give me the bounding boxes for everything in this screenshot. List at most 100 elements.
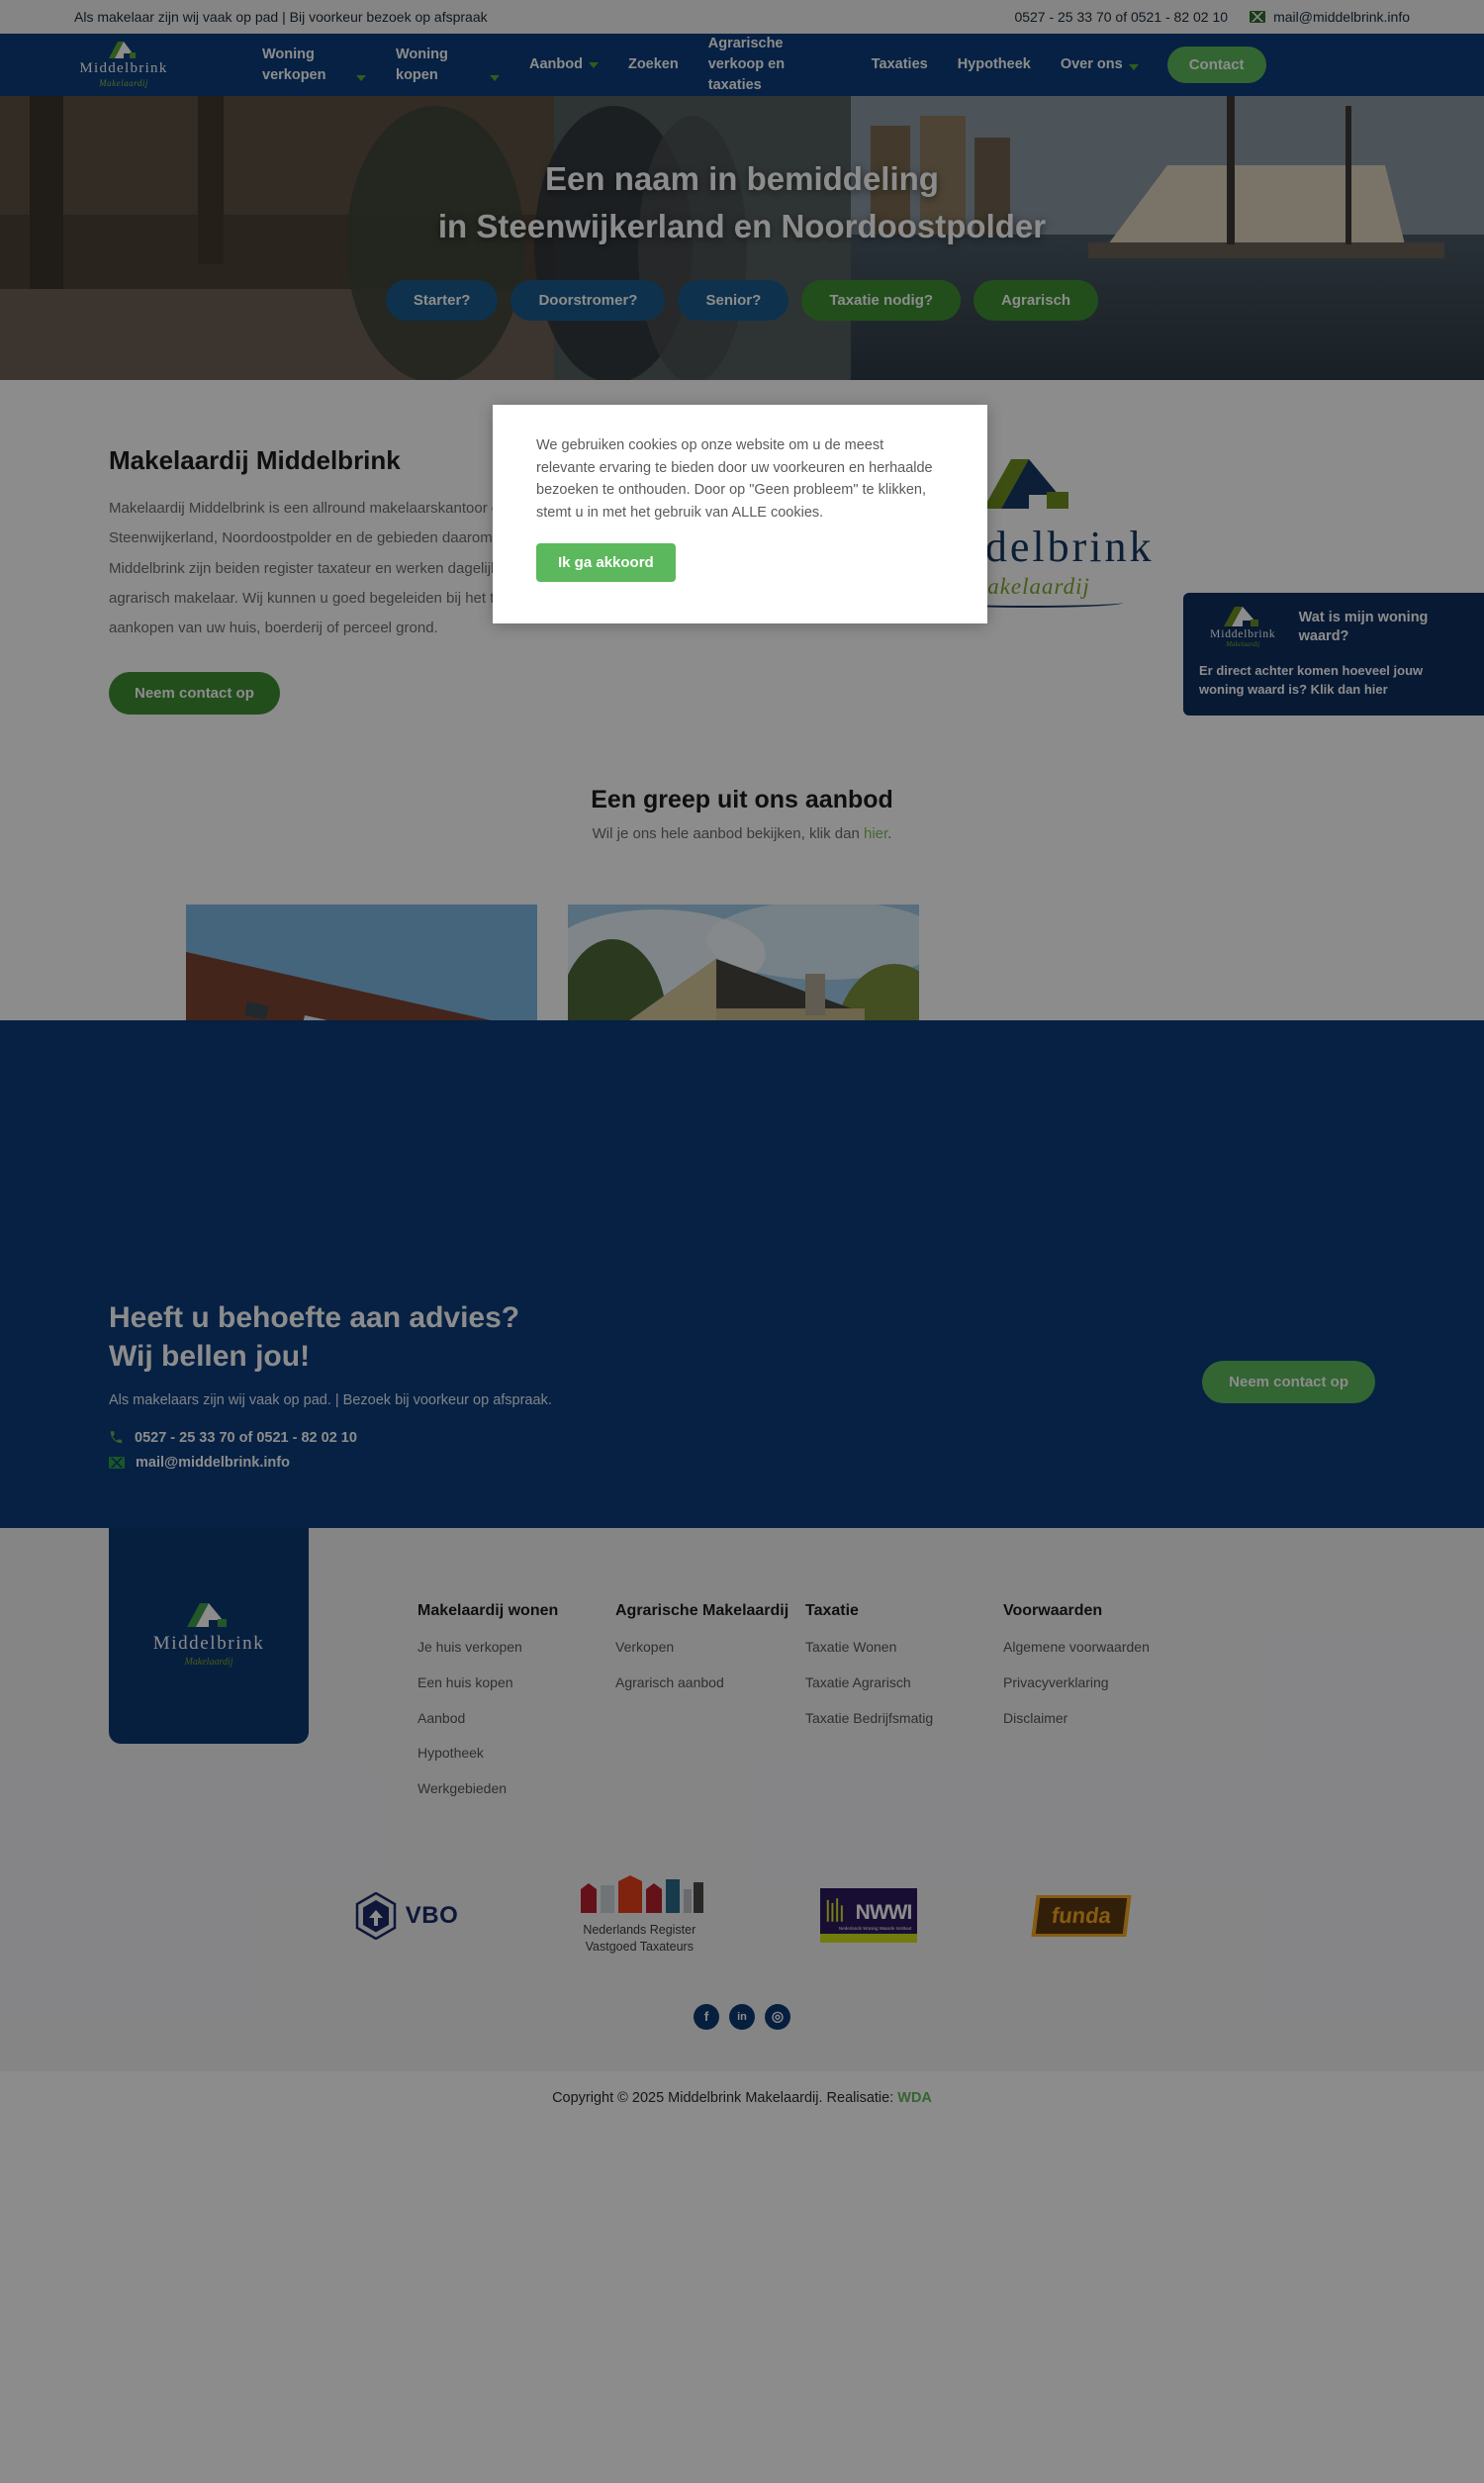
footer-link[interactable]: Privacyverklaring xyxy=(1003,1672,1201,1694)
cta-phone-text: 0527 - 25 33 70 of 0521 - 82 02 10 xyxy=(135,1429,357,1446)
contact-button[interactable]: Contact xyxy=(1166,47,1266,84)
cta-heading-line-1: Heeft u behoefte aan advies? xyxy=(109,1300,520,1334)
nav-label: Over ons xyxy=(1060,56,1123,73)
nav-item-over-ons[interactable]: Over ons xyxy=(1046,54,1154,75)
partner-label-line1: Nederlands Register xyxy=(583,1922,696,1937)
header-logo-subtitle: Makelaardij xyxy=(99,78,148,89)
cta-subtitle: Als makelaars zijn wij vaak op pad. | Be… xyxy=(109,1391,552,1408)
partner-logo-vbo[interactable]: VBO xyxy=(355,1891,459,1940)
footer-link[interactable]: Werkgebieden xyxy=(417,1778,615,1800)
widget-logo-subtitle: Makelaardij xyxy=(1226,640,1260,649)
topbar-phone[interactable]: 0527 - 25 33 70 of 0521 - 82 02 10 xyxy=(1014,9,1228,25)
envelope-icon xyxy=(109,1456,125,1469)
nav-item-taxaties[interactable]: Taxaties xyxy=(857,54,943,75)
nav-item-agrarische-verkoop-en-taxaties[interactable]: Agrarische verkoop en taxaties xyxy=(694,34,857,96)
nav-label: Agrarische verkoop en taxaties xyxy=(707,36,786,94)
footer-link[interactable]: Taxatie Agrarisch xyxy=(805,1672,1003,1694)
hero-button-doorstromer[interactable]: Doorstromer? xyxy=(510,279,666,321)
cookie-consent-dialog: We gebruiken cookies op onze website om … xyxy=(493,405,987,624)
copyright-text: Copyright © 2025 Middelbrink Makelaardij… xyxy=(552,2089,898,2106)
widget-title: Wat is mijn woning waard? xyxy=(1298,610,1429,645)
nav-label: Hypotheek xyxy=(957,56,1031,73)
listings-subtitle-text: Wil je ons hele aanbod bekijken, klik da… xyxy=(592,824,864,842)
footer-link[interactable]: Disclaimer xyxy=(1003,1708,1201,1730)
nav-item-woning-verkopen[interactable]: Woning verkopen xyxy=(247,45,381,86)
chevron-down-icon xyxy=(490,74,500,81)
cookie-accept-button[interactable]: Ik ga akkoord xyxy=(536,543,676,583)
footer-link[interactable]: Verkopen xyxy=(615,1637,805,1659)
footer-link[interactable]: Taxatie Wonen xyxy=(805,1637,1003,1659)
cta-email-text: mail@middelbrink.info xyxy=(136,1454,290,1471)
nav-label: Woning verkopen xyxy=(262,46,326,83)
footer-column-title: Makelaardij wonen xyxy=(417,1601,559,1619)
header-logo-wordmark: Middelbrink xyxy=(79,60,168,77)
partner-label: funda xyxy=(1050,1902,1113,1928)
topbar-email-text: mail@middelbrink.info xyxy=(1273,9,1410,25)
listings-all-link[interactable]: hier xyxy=(864,825,887,842)
chevron-down-icon xyxy=(588,61,599,68)
instagram-icon[interactable]: ◎ xyxy=(765,2003,790,2030)
topbar-tagline: Als makelaar zijn wij vaak op pad | Bij … xyxy=(74,9,488,25)
nav-item-aanbod[interactable]: Aanbod xyxy=(514,54,613,75)
site-footer: Middelbrink Makelaardij Makelaardij wone… xyxy=(0,1527,1484,2130)
footer-column-voorwaarden: Voorwaarden Algemene voorwaarden Privacy… xyxy=(1003,1600,1201,1814)
partner-logo-funda[interactable]: funda xyxy=(1031,1894,1132,1937)
advice-cta-section: Heeft u behoefte aan advies? Wij bellen … xyxy=(0,1019,1484,1528)
footer-logo-subtitle: Makelaardij xyxy=(184,1657,233,1669)
site-header: Middelbrink Makelaardij Woning verkopen … xyxy=(0,34,1484,97)
footer-logo-wordmark: Middelbrink xyxy=(152,1633,265,1655)
cta-contact-button[interactable]: Neem contact op xyxy=(1202,1360,1375,1403)
hero-button-senior[interactable]: Senior? xyxy=(678,279,789,321)
nwwi-bars-icon xyxy=(827,1898,844,1922)
linkedin-icon[interactable]: in xyxy=(729,2003,755,2030)
partner-logo-nwwi[interactable]: NWWI Nederlands Woning Waarde Instituut xyxy=(820,1888,918,1944)
header-logo[interactable]: Middelbrink Makelaardij xyxy=(54,42,193,88)
footer-column-taxatie: Taxatie Taxatie Wonen Taxatie Agrarisch … xyxy=(805,1600,1003,1814)
footer-column-title: Voorwaarden xyxy=(1003,1601,1103,1619)
footer-link[interactable]: Algemene voorwaarden xyxy=(1003,1637,1201,1659)
footer-column-makelaardij-wonen: Makelaardij wonen Je huis verkopen Een h… xyxy=(417,1600,615,1814)
copyright-bar: Copyright © 2025 Middelbrink Makelaardij… xyxy=(0,2070,1484,2130)
hero-button-starter[interactable]: Starter? xyxy=(385,279,499,321)
topbar-email-link[interactable]: mail@middelbrink.info xyxy=(1250,9,1410,25)
partner-label: VBO xyxy=(405,1901,459,1929)
partner-logo-row: VBO Nederlands Register Vastgoed Taxateu… xyxy=(0,1814,1484,1957)
listings-subtitle-period: . xyxy=(887,824,892,842)
footer-link[interactable]: Taxatie Bedrijfsmatig xyxy=(805,1708,1003,1730)
hero-title-line-1: Een naam in bemiddeling xyxy=(545,160,939,198)
roof-logo-icon xyxy=(109,42,139,59)
hero-button-taxatie-nodig[interactable]: Taxatie nodig? xyxy=(801,279,962,321)
social-links: f in ◎ xyxy=(0,1957,1484,2071)
widget-logo-wordmark: Middelbrink xyxy=(1210,628,1276,641)
listings-heading: Een greep uit ons aanbod xyxy=(591,785,893,813)
nav-label: Taxaties xyxy=(871,56,928,73)
partner-label-line2: Vastgoed Taxateurs xyxy=(585,1940,694,1955)
footer-link[interactable]: Agrarisch aanbod xyxy=(615,1672,805,1694)
nrvt-bars-icon xyxy=(581,1874,704,1913)
roof-logo-icon-large xyxy=(982,459,1074,513)
top-utility-bar: Als makelaar zijn wij vaak op pad | Bij … xyxy=(0,0,1484,34)
footer-column-title: Taxatie xyxy=(805,1601,859,1619)
phone-icon xyxy=(110,1431,123,1444)
nav-item-hypotheek[interactable]: Hypotheek xyxy=(943,54,1046,75)
facebook-icon[interactable]: f xyxy=(694,2003,719,2030)
hero-section: Een naam in bemiddeling in Steenwijkerla… xyxy=(0,96,1484,381)
footer-link[interactable]: Aanbod xyxy=(417,1708,615,1730)
footer-link[interactable]: Hypotheek xyxy=(417,1743,615,1765)
footer-link[interactable]: Een huis kopen xyxy=(417,1672,615,1694)
footer-logo-card[interactable]: Middelbrink Makelaardij xyxy=(109,1527,309,1744)
hero-title-line-2: in Steenwijkerland en Noordoostpolder xyxy=(437,208,1047,245)
hero-button-agrarisch[interactable]: Agrarisch xyxy=(974,279,1099,321)
footer-link[interactable]: Je huis verkopen xyxy=(417,1637,615,1659)
realisatie-link[interactable]: WDA xyxy=(897,2090,932,2106)
about-contact-button[interactable]: Neem contact op xyxy=(109,671,280,715)
envelope-icon xyxy=(1250,11,1266,23)
nav-label: Zoeken xyxy=(627,56,679,73)
nav-item-woning-kopen[interactable]: Woning kopen xyxy=(381,45,514,86)
partner-logo-nrvt[interactable]: Nederlands Register Vastgoed Taxateurs xyxy=(575,1874,704,1957)
cta-phone-link[interactable]: 0527 - 25 33 70 of 0521 - 82 02 10 xyxy=(109,1430,979,1446)
property-value-widget[interactable]: Middelbrink Makelaardij Wat is mijn woni… xyxy=(1183,593,1484,716)
primary-navigation: Woning verkopen Woning kopen Aanbod Zoek… xyxy=(247,34,1425,96)
nav-item-zoeken[interactable]: Zoeken xyxy=(613,54,694,75)
cta-email-link[interactable]: mail@middelbrink.info xyxy=(109,1455,979,1471)
